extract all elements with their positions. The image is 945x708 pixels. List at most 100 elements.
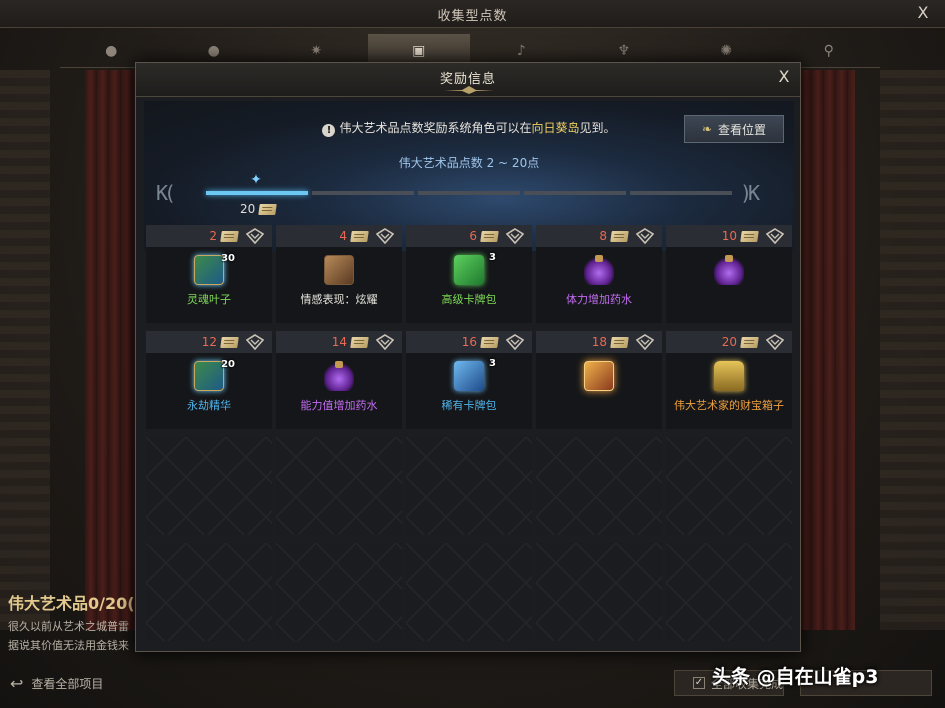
reward-slot[interactable]: 10 xyxy=(666,225,792,323)
dialog-titlebar: 奖励信息 X xyxy=(136,63,800,97)
reward-slot[interactable]: 16 3 稀有卡牌包 xyxy=(406,331,532,429)
curtain-right xyxy=(800,70,855,630)
reward-item: 20 永劫精华 xyxy=(146,353,272,429)
art-point-ticket-icon xyxy=(610,336,629,348)
empty-reward-slot xyxy=(276,543,402,641)
progress-segment xyxy=(418,191,520,195)
reward-slot-header: 16 xyxy=(406,331,532,353)
reward-item-icon: 3 xyxy=(454,252,496,285)
progress-segment xyxy=(312,191,414,195)
reward-slot-header: 12 xyxy=(146,331,272,353)
outer-close-button[interactable]: X xyxy=(913,3,933,23)
progress-marker-icon: ✦ xyxy=(250,172,262,188)
claim-emblem-icon xyxy=(376,334,394,350)
reward-item-name: 伟大艺术家的财宝箱子 xyxy=(674,399,784,412)
reward-item-icon xyxy=(584,255,614,285)
reward-item: 体力增加药水 xyxy=(536,247,662,323)
reward-slot-header: 10 xyxy=(666,225,792,247)
star-burst-icon: ✷ xyxy=(310,42,323,59)
reward-item: 伟大艺术家的财宝箱子 xyxy=(666,353,792,429)
reward-item-icon xyxy=(714,361,744,391)
curtain-left xyxy=(85,70,140,630)
reward-slot[interactable]: 6 3 高级卡牌包 xyxy=(406,225,532,323)
reward-slot-header: 18 xyxy=(536,331,662,353)
reward-item: 情感表现：炫耀 xyxy=(276,247,402,323)
claim-emblem-icon xyxy=(506,334,524,350)
warning-icon: ! xyxy=(322,124,336,137)
music-note-icon: ♪ xyxy=(516,42,526,59)
reward-item-name: 灵魂叶子 xyxy=(187,293,231,306)
art-point-ticket-icon xyxy=(480,230,499,242)
collection-desc-line-1: 很久以前从艺术之城普雷 xyxy=(8,620,129,633)
outer-window-title: 收集型点数 xyxy=(437,9,508,24)
reward-item-name: 体力增加药水 xyxy=(566,293,632,306)
wall-frame-left xyxy=(0,70,50,630)
art-point-ticket-icon xyxy=(740,230,759,242)
reward-slot[interactable]: 12 20 永劫精华 xyxy=(146,331,272,429)
reward-grid: 2 30 灵魂叶子 4 情感表现：炫耀 6 3 高级卡牌包 8 体力增加药水 1… xyxy=(146,225,792,641)
reward-item-quantity: 3 xyxy=(489,252,496,263)
claim-emblem-icon xyxy=(376,228,394,244)
claim-emblem-icon xyxy=(246,334,264,350)
reward-slot[interactable]: 14 能力值增加药水 xyxy=(276,331,402,429)
watermark: 头条 @自在山雀p3 xyxy=(712,666,879,688)
empty-reward-slot xyxy=(536,437,662,535)
reward-info-dialog: 奖励信息 X ! 伟大艺术品点数奖励系统角色可以在向日葵岛见到。 ❧ 查看位置 伟… xyxy=(135,62,801,652)
empty-reward-slot xyxy=(146,437,272,535)
empty-reward-slot xyxy=(536,543,662,641)
reward-item-quantity: 20 xyxy=(221,359,235,370)
claim-emblem-icon xyxy=(246,228,264,244)
reward-item-icon xyxy=(584,361,614,391)
reward-slot-header: 8 xyxy=(536,225,662,247)
reward-points: 18 xyxy=(591,335,607,349)
empty-reward-slot xyxy=(666,543,792,641)
notice-location: 向日葵岛 xyxy=(531,121,580,135)
reward-item: 能力值增加药水 xyxy=(276,353,402,429)
nav-last-button[interactable]: )K xyxy=(740,181,760,205)
reward-item-icon: 30 xyxy=(194,253,235,285)
reward-slot-header: 2 xyxy=(146,225,272,247)
progress-segment xyxy=(206,191,308,195)
view-all-items-label: 查看全部项目 xyxy=(31,677,104,691)
progress-track xyxy=(206,191,732,195)
art-point-ticket-icon xyxy=(480,336,499,348)
return-arrow-icon: ↩ xyxy=(10,674,24,693)
reward-item-icon: 20 xyxy=(194,359,235,391)
reward-points: 2 xyxy=(209,229,217,243)
claim-emblem-icon xyxy=(636,334,654,350)
reward-slot-header: 4 xyxy=(276,225,402,247)
reward-item-quantity: 3 xyxy=(489,358,496,369)
view-position-label: 查看位置 xyxy=(718,122,767,137)
empty-reward-slot xyxy=(276,437,402,535)
claim-emblem-icon xyxy=(766,334,784,350)
dialog-close-button[interactable]: X xyxy=(774,67,794,87)
reward-slot[interactable]: 20 伟大艺术家的财宝箱子 xyxy=(666,331,792,429)
reward-slot[interactable]: 4 情感表现：炫耀 xyxy=(276,225,402,323)
collection-desc-line-2: 据说其价值无法用金钱来 xyxy=(8,639,129,652)
reward-slot[interactable]: 18 xyxy=(536,331,662,429)
reward-item-name: 能力值增加药水 xyxy=(300,399,378,412)
reward-item-name: 永劫精华 xyxy=(187,399,231,412)
view-position-button[interactable]: ❧ 查看位置 xyxy=(684,115,784,143)
reward-slot[interactable]: 8 体力增加药水 xyxy=(536,225,662,323)
view-all-items-button[interactable]: ↩ 查看全部项目 xyxy=(10,674,103,693)
reward-item-icon xyxy=(324,361,354,391)
reward-item-name: 高级卡牌包 xyxy=(441,293,497,306)
progress-value: 20 xyxy=(240,202,278,216)
reward-points: 12 xyxy=(201,335,217,349)
art-point-ticket-icon xyxy=(350,230,369,242)
reward-slot[interactable]: 2 30 灵魂叶子 xyxy=(146,225,272,323)
reward-slot-header: 14 xyxy=(276,331,402,353)
reward-item xyxy=(666,247,792,323)
art-point-ticket-icon xyxy=(350,336,369,348)
art-point-ticket-icon xyxy=(740,336,759,348)
helmet-icon: ● xyxy=(207,42,220,59)
nav-first-button[interactable]: K( xyxy=(156,181,176,205)
reward-item-icon xyxy=(324,255,354,285)
reward-item xyxy=(536,353,662,429)
title-ornament-icon xyxy=(444,86,494,94)
reward-points: 20 xyxy=(721,335,737,349)
claim-emblem-icon xyxy=(636,228,654,244)
progress-segment xyxy=(630,191,732,195)
reward-points: 16 xyxy=(461,335,477,349)
